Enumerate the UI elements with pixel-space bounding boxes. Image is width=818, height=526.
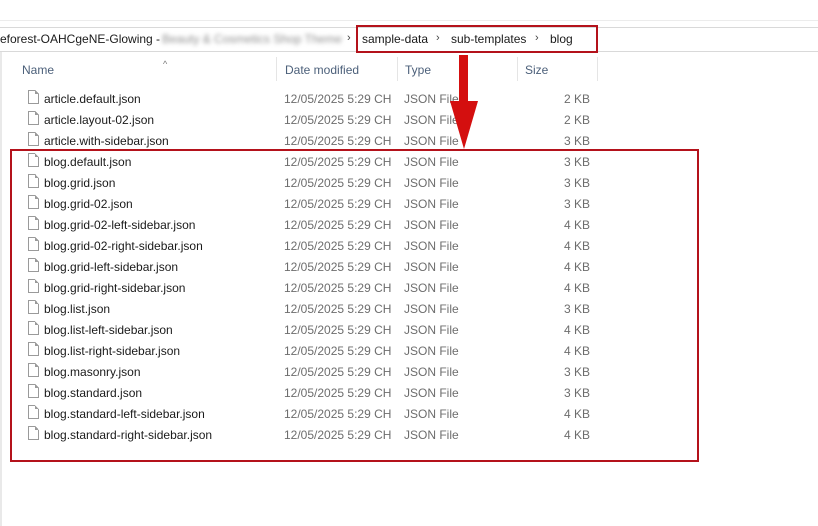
file-size: 3 KB [563,134,590,148]
file-row[interactable]: article.layout-02.json 12/05/2025 5:29 CH… [0,109,818,130]
file-size: 2 KB [563,113,590,127]
file-date-modified: 12/05/2025 5:29 CH [284,92,392,106]
sort-ascending-icon: ^ [163,59,168,69]
column-header-size[interactable]: Size [517,57,598,81]
column-header-name-label: Name [22,63,55,77]
file-name: article.layout-02.json [44,113,155,127]
json-file-icon [28,90,39,104]
file-size: 2 KB [563,92,590,106]
file-row[interactable]: article.default.json 12/05/2025 5:29 CH JS… [0,88,818,109]
breadcrumb-blurred-text: Beauty & Cosmetics Shop Theme [162,32,342,46]
window-top-strip [0,0,818,21]
file-date-modified: 12/05/2025 5:29 CH [284,134,392,148]
json-file-icon [28,132,39,146]
blog-files-highlight-box [10,149,699,462]
down-arrow-head-icon [450,101,478,149]
column-header-date-modified[interactable]: Date modified [276,57,397,81]
file-name: article.with-sidebar.json [44,134,169,148]
column-header-row: ^ Name Date modified Type Size [0,57,818,81]
breadcrumb-separator-icon[interactable]: › [347,32,351,44]
column-header-name[interactable]: ^ Name [22,57,276,81]
breadcrumb-highlight-box [356,25,598,53]
column-header-type[interactable]: Type [397,57,517,81]
json-file-icon [28,111,39,125]
file-date-modified: 12/05/2025 5:29 CH [284,113,392,127]
file-name: article.default.json [44,92,141,106]
down-arrow-icon [459,55,468,103]
breadcrumb-root[interactable]: eforest-OAHCgeNE-Glowing - [0,32,160,46]
file-row[interactable]: article.with-sidebar.json 12/05/2025 5:29… [0,130,818,151]
